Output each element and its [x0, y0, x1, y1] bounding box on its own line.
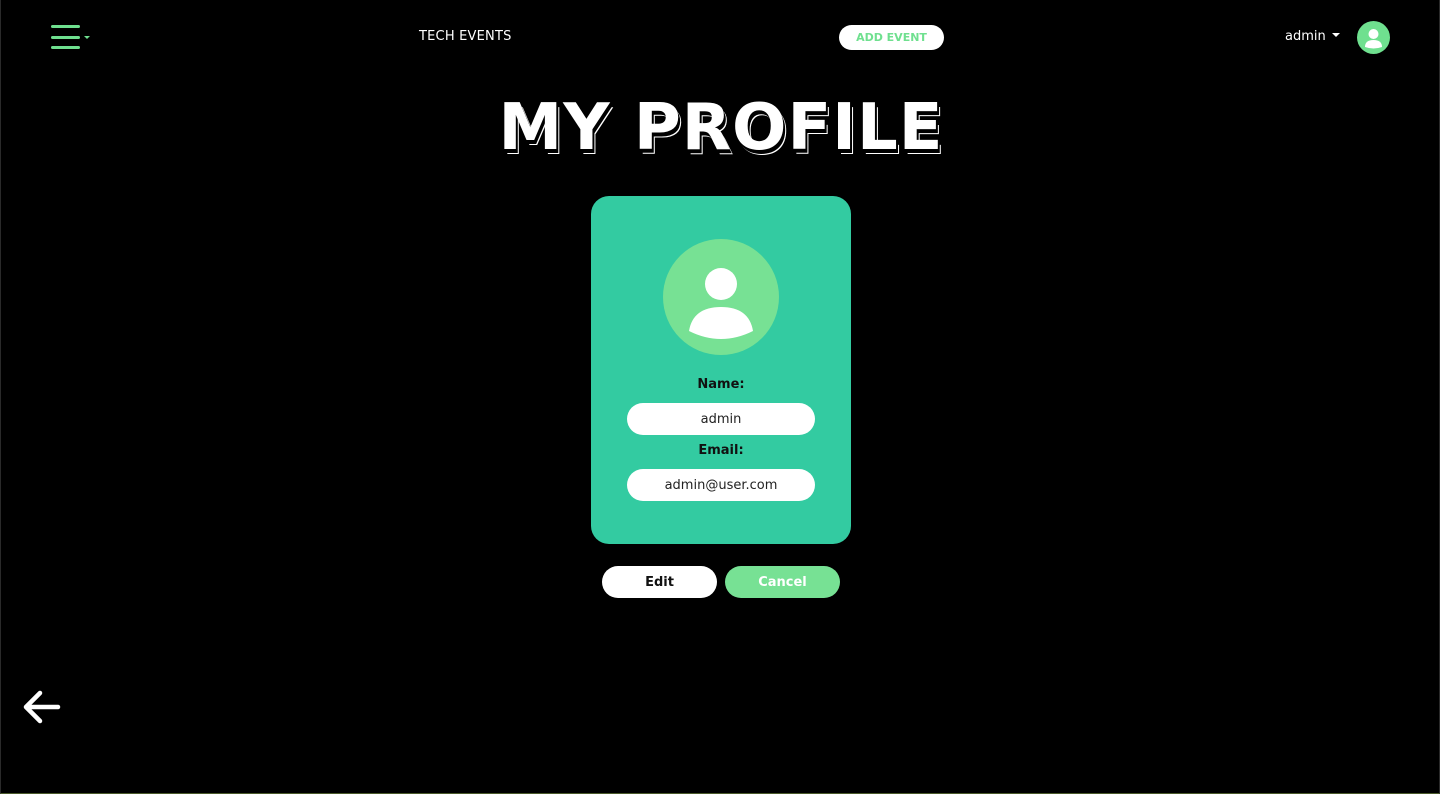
chevron-down-icon: [1331, 32, 1340, 37]
edit-button[interactable]: Edit: [602, 566, 717, 598]
profile-page: TECH EVENTS ADD EVENT admin MY PROFILE N…: [0, 0, 1440, 794]
user-silhouette-icon: [689, 268, 753, 339]
username-label: admin: [1285, 29, 1326, 44]
add-event-button[interactable]: ADD EVENT: [839, 25, 944, 50]
email-field[interactable]: [627, 469, 815, 501]
profile-card: Name: Email:: [591, 196, 851, 544]
hamburger-menu-button[interactable]: [51, 24, 91, 52]
name-field[interactable]: [627, 403, 815, 435]
name-label: Name:: [697, 377, 745, 392]
profile-avatar: [663, 239, 779, 355]
user-dropdown[interactable]: admin: [1285, 29, 1340, 47]
avatar[interactable]: [1357, 21, 1390, 54]
email-label: Email:: [698, 443, 744, 458]
user-avatar-icon: [1365, 29, 1382, 49]
cancel-button[interactable]: Cancel: [725, 566, 840, 598]
brand-link[interactable]: TECH EVENTS: [419, 29, 512, 44]
back-button[interactable]: [21, 688, 61, 726]
page-title: MY PROFILE: [498, 91, 944, 165]
arrow-left-icon: [23, 690, 61, 724]
